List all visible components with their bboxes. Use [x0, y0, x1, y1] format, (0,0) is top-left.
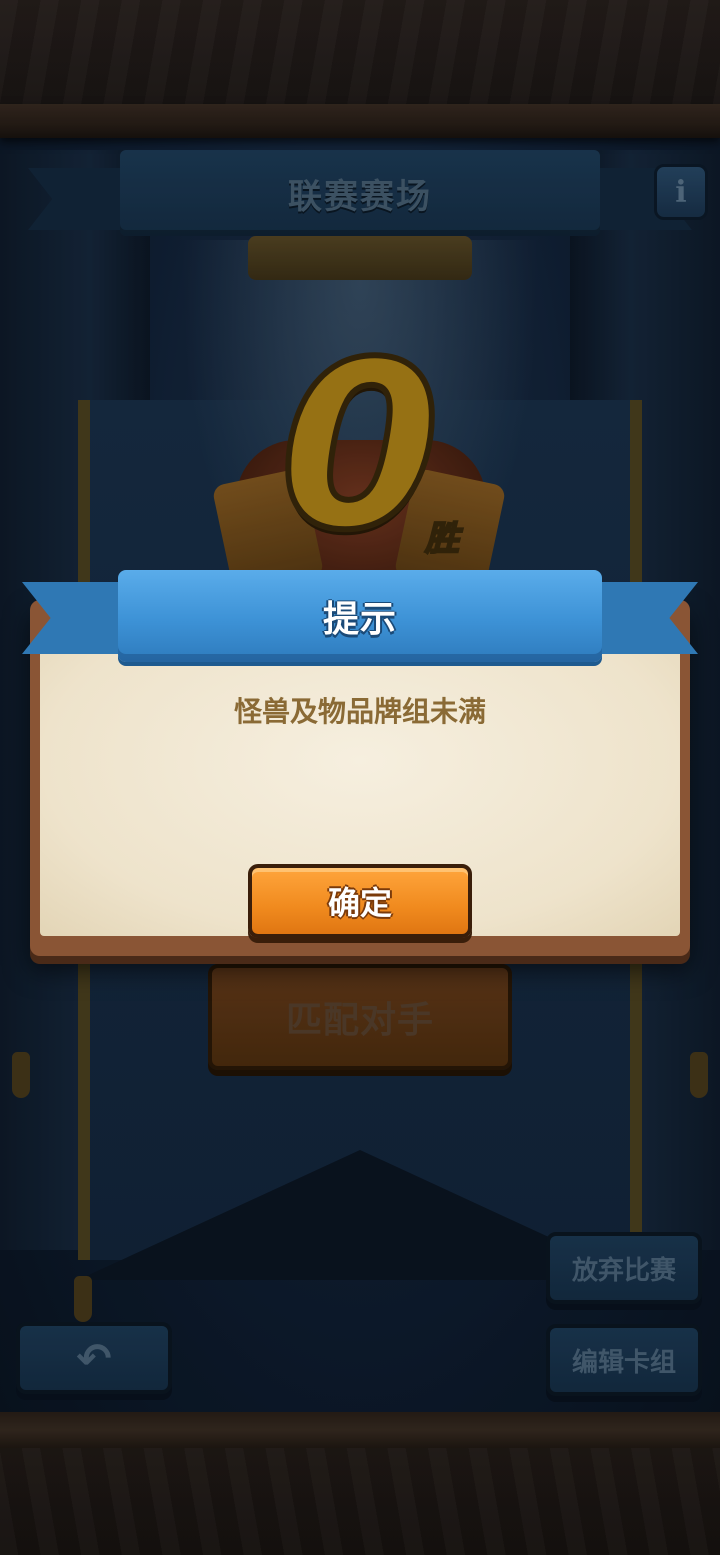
- dialog-message: 怪兽及物品牌组未满: [233, 695, 486, 728]
- confirm-button[interactable]: 确定: [248, 864, 472, 938]
- dialog-title: 提示: [322, 599, 397, 640]
- confirm-label: 确定: [327, 884, 392, 922]
- dialog-title-ribbon: 提示: [118, 570, 602, 662]
